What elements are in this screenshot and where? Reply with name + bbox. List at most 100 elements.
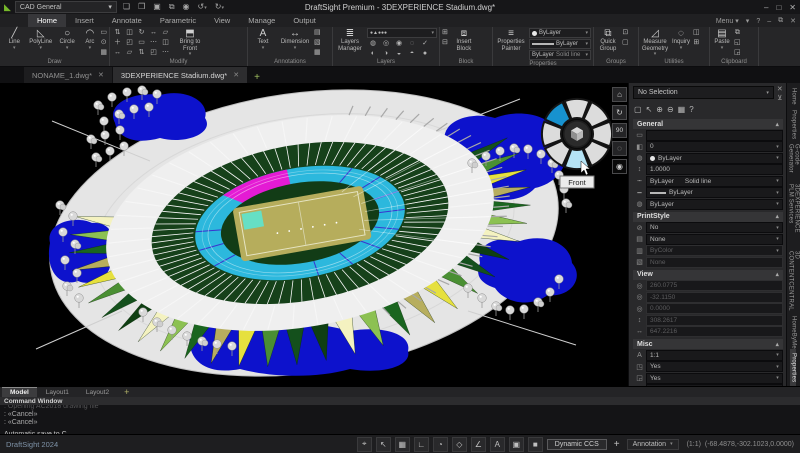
side-tab-properties-active[interactable]: Properties (790, 349, 796, 386)
layer-dropdown[interactable]: 0▾ (646, 141, 783, 152)
ellipse-button[interactable]: ⊙ (100, 38, 107, 47)
group-tool-icon[interactable]: ▢ (622, 38, 629, 47)
line-button[interactable]: ╱Line▾ (2, 28, 26, 51)
linescale-field[interactable]: 1.0000 (646, 164, 783, 175)
navigation-wheel[interactable] (542, 99, 612, 169)
modify-tool-icon[interactable]: ↔ (148, 28, 159, 37)
modify-tool-icon[interactable]: ↔ (112, 48, 123, 57)
add-sheet-button[interactable]: + (118, 387, 135, 397)
print-style-toggle[interactable]: ▣ (509, 437, 524, 452)
layers-manager-button[interactable]: ≣ Layers Manager (335, 28, 365, 52)
close-icon[interactable]: ✕ (98, 71, 104, 79)
layer-tool-icon[interactable]: ◒ (393, 49, 405, 58)
layer-dropdown[interactable]: ●▲●●●▾ (367, 28, 437, 38)
group-tool-icon[interactable]: ⊡ (622, 28, 629, 37)
section-printstyle[interactable]: PrintStyle▴ (633, 212, 783, 222)
properties-painter-button[interactable]: ≡ Properties Painter (495, 28, 527, 52)
modify-tool-icon[interactable]: ⋯ (160, 48, 171, 57)
layer-tool-icon[interactable]: ◓ (406, 49, 418, 58)
polyline-button[interactable]: ◺PolyLine▾ (28, 28, 52, 51)
tab-output[interactable]: Output (284, 14, 325, 27)
leader-button[interactable]: ▧ (314, 38, 321, 47)
panel-help-button[interactable]: ? (689, 105, 693, 114)
tab-parametric[interactable]: Parametric (151, 14, 205, 27)
grid-toggle[interactable]: ▦ (395, 437, 410, 452)
layer-tool-icon[interactable]: ● (419, 49, 431, 58)
center-target-button[interactable]: ◉ (612, 159, 627, 174)
arc-button[interactable]: ◠Arc▾ (81, 28, 98, 51)
modify-tool-icon[interactable]: ▭ (136, 38, 147, 47)
modify-tool-icon[interactable]: ◰ (148, 48, 159, 57)
panel-close-icon[interactable]: ✕ (777, 86, 783, 93)
workspace-selector[interactable]: CAD General ▾ (15, 1, 117, 13)
modify-tool-icon[interactable]: ⇅ (112, 28, 123, 37)
ribbon-collapse-icon[interactable]: ▾ (746, 17, 750, 25)
rotate-90-button[interactable]: 90 (612, 123, 627, 138)
doc-minimize-button[interactable]: – (767, 18, 771, 25)
minimize-button[interactable]: – (764, 3, 768, 12)
dynamic-ccs-button[interactable]: Dynamic CCS (547, 439, 607, 450)
remove-selection-button[interactable]: ⊖ (667, 105, 674, 114)
snap-toggle[interactable]: ⌖ (357, 437, 372, 452)
side-tab-homebyme[interactable]: HomeByMe (790, 311, 796, 349)
visual-style-dropdown[interactable]: Yes▾ (646, 384, 783, 386)
section-general[interactable]: General▴ (633, 119, 783, 129)
layer-tool-icon[interactable]: ◎ (380, 39, 392, 48)
clipboard-tool-icon[interactable]: ◲ (734, 48, 741, 57)
ucs-per-viewport-dropdown[interactable]: Yes▾ (646, 373, 783, 384)
linestyle-dropdown[interactable]: ByLayerSolid line▾ (529, 50, 591, 60)
doc-tab-noname[interactable]: NONAME_1.dwg*✕ (24, 67, 112, 83)
modify-tool-icon[interactable]: ＋ (112, 38, 123, 47)
preview-button[interactable]: ◉ (181, 2, 192, 12)
select-entities-button[interactable]: ▢ (634, 105, 642, 114)
layer-tool-icon[interactable]: ◌ (406, 39, 418, 48)
side-tab-home[interactable]: Home (790, 83, 796, 105)
lineweight-dropdown[interactable]: ByLayer▾ (646, 187, 783, 198)
polar-toggle[interactable]: ◔ (433, 437, 448, 452)
tab-annotate[interactable]: Annotate (103, 14, 151, 27)
tab-home[interactable]: Home (28, 14, 66, 27)
tab-manage[interactable]: Manage (239, 14, 284, 27)
layer-tool-icon[interactable]: ◑ (380, 49, 392, 58)
annotation-scale-dropdown[interactable]: Annotation▾ (627, 439, 679, 450)
new-doc-tab-button[interactable]: + (248, 72, 266, 83)
open-file-button[interactable]: ❒ (136, 2, 147, 12)
selection-dropdown[interactable]: No Selection▾ (633, 86, 774, 99)
close-icon[interactable]: ✕ (233, 71, 239, 79)
modify-tool-icon[interactable]: ▱ (160, 28, 171, 37)
ccs-square-icon[interactable]: ■ (528, 437, 543, 452)
free-orbit-button[interactable]: ◌ (612, 141, 627, 156)
annotation-toggle[interactable]: A (490, 437, 505, 452)
text-button[interactable]: AText▾ (250, 28, 276, 51)
bring-to-front-button[interactable]: ⬒ Bring to Front▾ (173, 28, 207, 57)
quick-select-button[interactable]: ▦ (678, 105, 686, 114)
save-all-button[interactable]: ⧉ (167, 2, 177, 12)
layer-tool-icon[interactable]: ◍ (367, 39, 379, 48)
etrack-toggle[interactable]: ∠ (471, 437, 486, 452)
block-tool-icon[interactable]: ⊞ (442, 28, 448, 37)
section-misc[interactable]: Misc▴ (633, 339, 783, 349)
sheet-tab-layout1[interactable]: Layout1 (38, 387, 77, 397)
printstyle-table-dropdown[interactable]: None▾ (646, 234, 783, 245)
clipboard-tool-icon[interactable]: ⧉ (734, 28, 741, 37)
select-pointer-button[interactable]: ↖ (646, 105, 653, 114)
redo-button[interactable]: ↻▾ (213, 2, 226, 13)
dimension-button[interactable]: ↔Dimension▾ (278, 28, 312, 51)
help-button[interactable]: ? (756, 18, 760, 25)
doc-restore-button[interactable]: ⧉ (778, 17, 783, 25)
panel-pin-icon[interactable]: ⊻ (777, 95, 782, 102)
pointer-toggle[interactable]: ↖ (376, 437, 391, 452)
note-button[interactable]: ▤ (314, 28, 321, 37)
new-file-button[interactable]: ❏ (121, 2, 132, 12)
layer-tool-icon[interactable]: ◐ (367, 49, 379, 58)
orbit-button[interactable]: ↻ (612, 105, 627, 120)
modify-tool-icon[interactable]: ↻ (136, 28, 147, 37)
modify-tool-icon[interactable]: ◫ (124, 28, 135, 37)
side-tab-plm[interactable]: 3DEXPERIENCE PLM Services (787, 179, 799, 245)
modify-tool-icon[interactable]: ▱ (124, 48, 135, 57)
block-tool-icon[interactable]: ⊟ (442, 38, 448, 47)
side-tab-contentcentral[interactable]: 3D CONTENTCENTRAL (787, 246, 799, 311)
add-selection-button[interactable]: ⊕ (656, 105, 663, 114)
linecolor-dropdown[interactable]: ByLayer▾ (529, 28, 591, 38)
section-view[interactable]: View▴ (633, 270, 783, 280)
